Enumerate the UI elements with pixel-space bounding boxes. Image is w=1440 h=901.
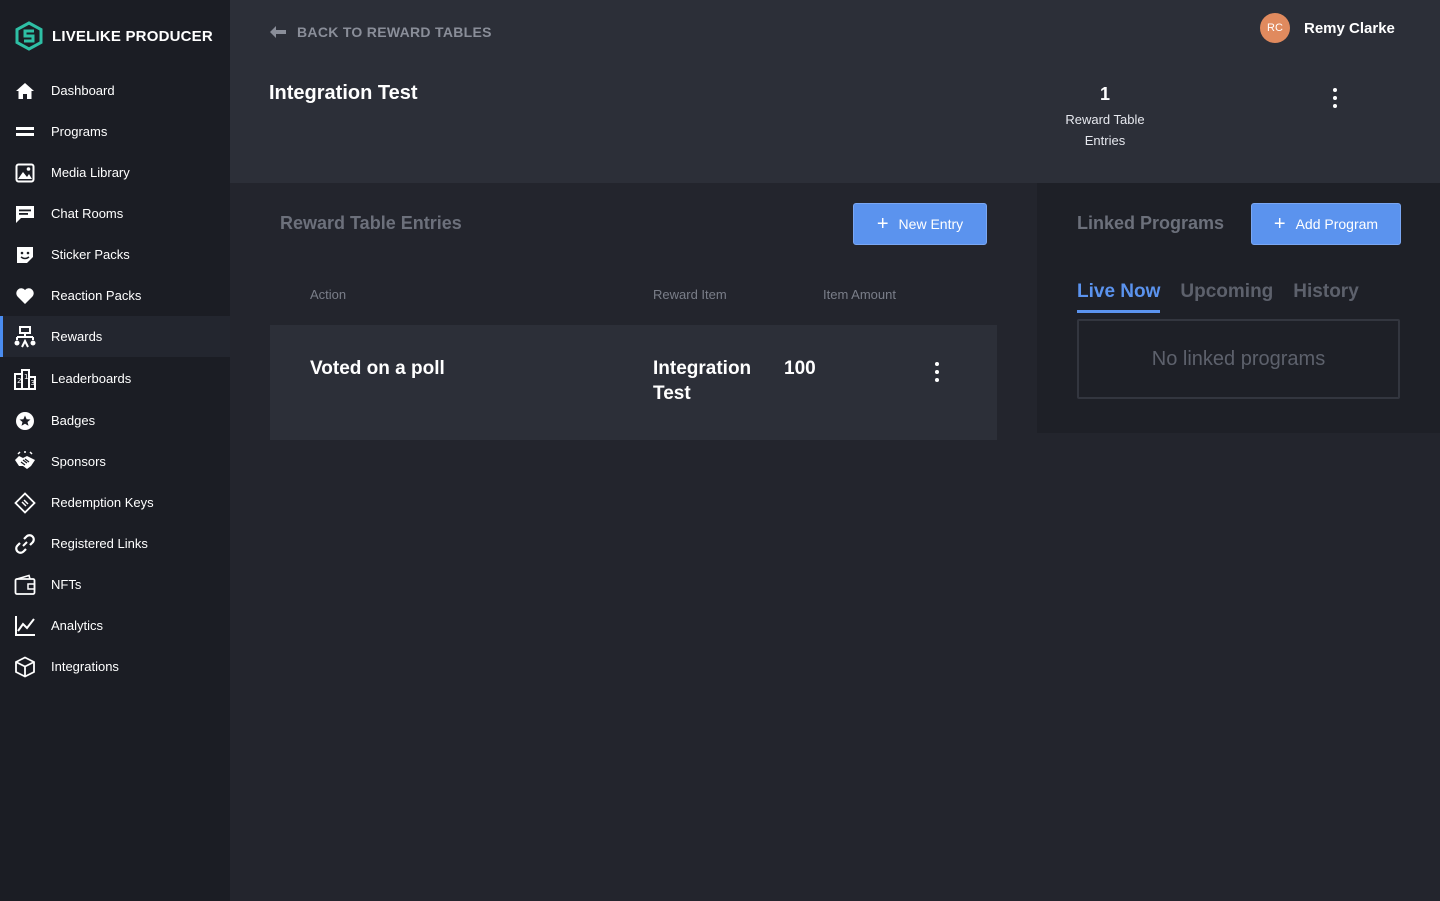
user-name: Remy Clarke (1304, 19, 1395, 37)
sidebar-item-label: Analytics (51, 618, 104, 633)
sidebar-item-label: NFTs (51, 577, 82, 592)
sidebar-item-registered-links[interactable]: Registered Links (0, 523, 230, 564)
row-reward-item-line1: Integration (653, 358, 752, 379)
plus-icon: + (876, 213, 889, 235)
sidebar-item-label: Sponsors (51, 454, 106, 469)
empty-linked-programs: No linked programs (1077, 319, 1400, 399)
column-header-reward-item: Reward Item (653, 287, 727, 302)
page-header: BACK TO REWARD TABLES Integration Test 1… (230, 0, 1440, 183)
programs-icon (14, 121, 36, 143)
sidebar-item-integrations[interactable]: Integrations (0, 646, 230, 687)
arrow-left-icon (269, 25, 287, 39)
sidebar-item-label: Registered Links (51, 536, 148, 551)
sidebar-item-nfts[interactable]: NFTs (0, 564, 230, 605)
sidebar-item-label: Leaderboards (51, 371, 132, 386)
back-to-reward-tables-link[interactable]: BACK TO REWARD TABLES (269, 24, 492, 40)
analytics-icon (14, 615, 36, 637)
tab-upcoming[interactable]: Upcoming (1180, 281, 1273, 313)
sidebar: LIVELIKE PRODUCER Dashboard Programs Med… (0, 0, 230, 901)
sidebar-item-leaderboards[interactable]: 213 Leaderboards (0, 357, 230, 400)
stat-label-line2: Entries (1084, 133, 1126, 148)
sticker-icon (14, 244, 36, 266)
back-label: BACK TO REWARD TABLES (297, 24, 492, 40)
user-menu[interactable]: RC Remy Clarke (1260, 13, 1395, 43)
ticket-icon (14, 491, 36, 514)
sidebar-item-badges[interactable]: Badges (0, 400, 230, 441)
sidebar-item-label: Dashboard (51, 83, 115, 98)
sidebar-item-label: Programs (51, 124, 108, 139)
tab-history[interactable]: History (1293, 281, 1358, 313)
sidebar-item-redemption-keys[interactable]: Redemption Keys (0, 482, 230, 523)
link-icon (14, 533, 36, 555)
brand-name: LIVELIKE PRODUCER (52, 27, 213, 45)
svg-text:3: 3 (31, 379, 35, 387)
sidebar-item-label: Chat Rooms (51, 206, 124, 221)
entries-count-stat: 1 Reward Table Entries (1050, 84, 1160, 151)
column-header-action: Action (310, 287, 347, 302)
livelike-logo-icon (15, 21, 43, 51)
sidebar-nav: Dashboard Programs Media Library Chat Ro… (0, 70, 230, 687)
sidebar-item-rewards[interactable]: Rewards (0, 316, 230, 357)
new-entry-button[interactable]: + New Entry (853, 203, 987, 245)
chat-icon (14, 203, 36, 225)
add-program-label: Add Program (1295, 216, 1379, 232)
row-action: Voted on a poll (310, 358, 445, 379)
linked-programs-tabs: Live Now Upcoming History (1077, 281, 1379, 313)
stat-label-line1: Reward Table (1065, 112, 1145, 127)
sidebar-item-label: Badges (51, 413, 96, 428)
home-icon (14, 80, 36, 102)
row-reward-item-line2: Test (653, 383, 691, 404)
brand[interactable]: LIVELIKE PRODUCER (14, 20, 213, 52)
column-header-item-amount: Item Amount (823, 287, 896, 302)
add-program-button[interactable]: + Add Program (1251, 203, 1401, 245)
row-item-amount: 100 (784, 358, 816, 379)
wallet-icon (14, 574, 36, 596)
table-row[interactable]: Voted on a poll Integration Test 100 (270, 325, 997, 440)
sidebar-item-programs[interactable]: Programs (0, 111, 230, 152)
avatar: RC (1260, 13, 1290, 43)
sidebar-item-sticker-packs[interactable]: Sticker Packs (0, 234, 230, 275)
sidebar-item-label: Integrations (51, 659, 119, 674)
page-title: Integration Test (269, 82, 418, 104)
sidebar-item-media-library[interactable]: Media Library (0, 152, 230, 193)
sidebar-item-label: Reaction Packs (51, 288, 142, 303)
sidebar-item-label: Rewards (51, 329, 103, 344)
tab-live-now[interactable]: Live Now (1077, 281, 1161, 313)
sidebar-item-sponsors[interactable]: Sponsors (0, 441, 230, 482)
sidebar-item-analytics[interactable]: Analytics (0, 605, 230, 646)
entries-section-title: Reward Table Entries (280, 213, 462, 233)
plus-icon: + (1273, 213, 1286, 235)
entries-count-label: Reward Table Entries (1050, 109, 1160, 151)
sidebar-item-chat-rooms[interactable]: Chat Rooms (0, 193, 230, 234)
sidebar-item-reaction-packs[interactable]: Reaction Packs (0, 275, 230, 316)
entries-count-value: 1 (1099, 84, 1110, 104)
row-more-options-icon[interactable] (934, 362, 940, 382)
sidebar-item-label: Sticker Packs (51, 247, 130, 262)
sidebar-item-dashboard[interactable]: Dashboard (0, 70, 230, 111)
linked-programs-title: Linked Programs (1077, 213, 1225, 233)
leaderboard-icon: 213 (14, 368, 36, 390)
image-icon (14, 162, 36, 184)
sidebar-item-label: Redemption Keys (51, 495, 154, 510)
heart-icon (14, 285, 36, 307)
rewards-icon (14, 325, 36, 348)
cube-icon (14, 655, 36, 678)
header-more-options-icon[interactable] (1332, 88, 1338, 108)
linked-programs-panel: Linked Programs + Add Program Live Now U… (1037, 183, 1440, 433)
badge-icon (14, 410, 36, 432)
row-reward-item: Integration Test (653, 356, 751, 406)
svg-text:2: 2 (17, 377, 21, 385)
sidebar-item-label: Media Library (51, 165, 130, 180)
handshake-icon (14, 450, 36, 473)
new-entry-label: New Entry (898, 216, 964, 232)
svg-text:1: 1 (24, 373, 28, 381)
